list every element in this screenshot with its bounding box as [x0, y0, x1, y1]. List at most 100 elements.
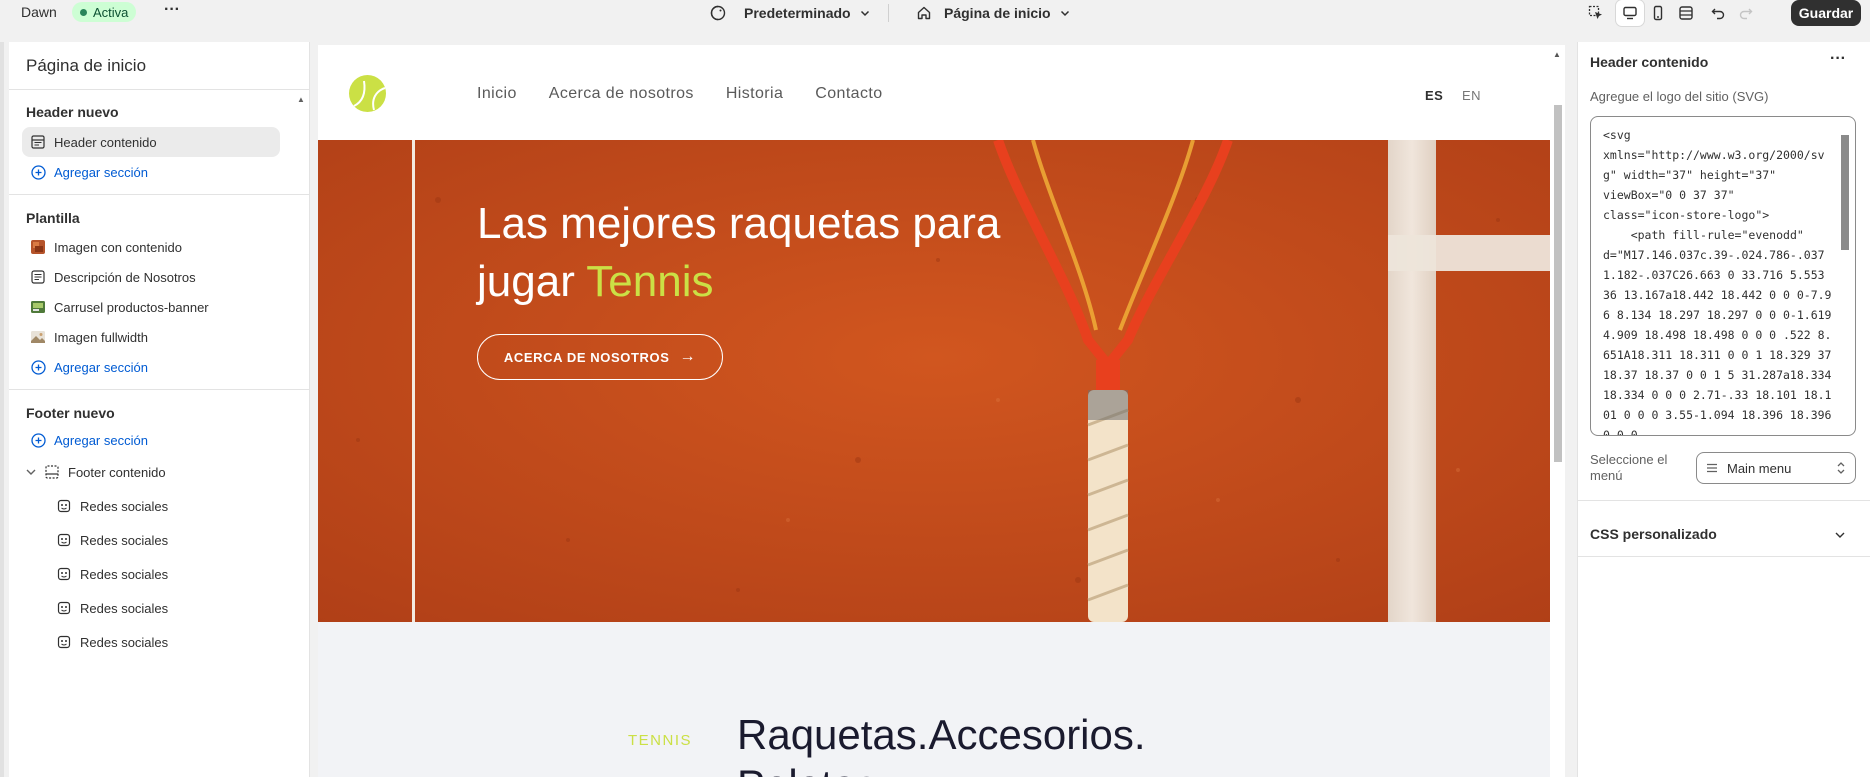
sidebar-block-redes-sociales[interactable]: Redes sociales — [48, 627, 278, 657]
image-icon — [30, 329, 46, 345]
add-section-header-button[interactable]: Agregar sección — [22, 157, 280, 187]
status-dot-icon — [80, 8, 87, 16]
save-button[interactable]: Guardar — [1791, 0, 1861, 26]
home-icon — [917, 6, 931, 20]
lang-en-link[interactable]: EN — [1462, 88, 1481, 103]
nav-link-contacto[interactable]: Contacto — [815, 85, 882, 103]
full-width-icon — [1679, 6, 1693, 20]
status-badge-label: Activa — [93, 4, 129, 20]
sidebar-block-redes-sociales[interactable]: Redes sociales — [48, 491, 278, 521]
hero-title-main: Las mejores raquetas para jugar — [477, 199, 1001, 306]
group-footer-label: Footer nuevo — [26, 405, 115, 421]
add-section-label: Agregar sección — [54, 359, 148, 375]
chevron-down-icon[interactable] — [1833, 528, 1847, 542]
preview-canvas[interactable]: Inicio Acerca de nosotros Historia Conta… — [318, 45, 1550, 777]
top-bar: Dawn Activa ··· Predeterminado Página de… — [0, 0, 1870, 28]
logo-svg-label: Agregue el logo del sitio (SVG) — [1590, 89, 1769, 104]
sidebar-item-label: Imagen con contenido — [54, 239, 182, 255]
section-title: Raquetas.Accesorios. Pelotas — [737, 711, 1146, 777]
block-icon — [56, 532, 72, 548]
image-with-content-icon — [30, 239, 46, 255]
undo-icon — [1711, 8, 1725, 20]
add-section-label: Agregar sección — [54, 164, 148, 180]
tennis-ball-logo-icon[interactable] — [349, 75, 386, 112]
menu-select[interactable]: Main menu — [1696, 452, 1856, 484]
nav-link-acerca[interactable]: Acerca de nosotros — [549, 85, 694, 103]
divider — [9, 89, 310, 90]
block-icon — [56, 600, 72, 616]
page-selector[interactable]: Página de inicio — [916, 2, 1071, 24]
scrollbar-thumb[interactable] — [1554, 105, 1562, 462]
sidebar-item-label: Footer contenido — [68, 464, 166, 480]
sidebar-item-descripcion-nosotros[interactable]: Descripción de Nosotros — [22, 262, 280, 292]
sections-sidebar: Página de inicio ▲ Header nuevo Header c… — [9, 42, 310, 777]
sidebar-item-imagen-fullwidth[interactable]: Imagen fullwidth — [22, 322, 280, 352]
code-scrollbar[interactable] — [1839, 125, 1849, 428]
court-line — [1388, 235, 1550, 271]
sidebar-item-label: Carrusel productos-banner — [54, 299, 209, 315]
desktop-view-button[interactable] — [1616, 0, 1644, 26]
inspector-toggle-button[interactable] — [1582, 0, 1610, 26]
lang-es-link[interactable]: ES — [1425, 88, 1443, 103]
sidebar-item-label: Redes sociales — [80, 634, 169, 650]
sidebar-item-label: Redes sociales — [80, 566, 169, 582]
preset-label: Predeterminado — [744, 5, 851, 21]
footer-layout-icon — [44, 464, 60, 480]
redo-button[interactable] — [1732, 0, 1760, 26]
sidebar-item-header-contenido[interactable]: Header contenido — [22, 127, 280, 157]
theme-more-actions-button[interactable]: ··· — [162, 2, 182, 22]
hero-cta-label: ACERCA DE NOSOTROS — [503, 349, 670, 365]
custom-css-toggle-label[interactable]: CSS personalizado — [1590, 526, 1717, 542]
site-header[interactable]: Inicio Acerca de nosotros Historia Conta… — [318, 45, 1550, 140]
products-intro-section[interactable]: TENNIS Raquetas.Accesorios. Pelotas — [318, 622, 1550, 777]
hero-title-accent: Tennis — [586, 257, 714, 306]
sidebar-block-redes-sociales[interactable]: Redes sociales — [48, 593, 278, 623]
scroll-up-arrow[interactable]: ▲ — [1553, 50, 1561, 59]
select-cursor-icon — [1588, 5, 1602, 19]
view-controls — [1582, 0, 1760, 26]
block-icon — [56, 634, 72, 650]
group-plantilla-label: Plantilla — [26, 210, 80, 226]
hero-title: Las mejores raquetas para jugar Tennis — [477, 195, 1037, 311]
sidebar-item-footer-contenido[interactable]: Footer contenido — [36, 457, 286, 487]
preset-selector[interactable]: Predeterminado — [710, 2, 871, 24]
theme-name: Dawn — [21, 4, 57, 20]
group-header-label: Header nuevo — [26, 104, 119, 120]
add-section-footer-button[interactable]: Agregar sección — [22, 425, 280, 455]
hero-section[interactable]: Las mejores raquetas para jugar Tennis A… — [318, 140, 1550, 622]
sidebar-item-carrusel-productos[interactable]: Carrusel productos-banner — [22, 292, 280, 322]
select-arrows-icon — [1837, 462, 1845, 474]
arrow-right-icon: → — [679, 348, 697, 365]
sidebar-block-redes-sociales[interactable]: Redes sociales — [48, 525, 278, 555]
add-section-plantilla-button[interactable]: Agregar sección — [22, 352, 280, 382]
sidebar-scroll-up-arrow[interactable]: ▲ — [297, 95, 305, 104]
status-badge: Activa — [72, 2, 137, 22]
fullscreen-view-button[interactable] — [1672, 0, 1700, 26]
mobile-view-button[interactable] — [1644, 0, 1672, 26]
preview-scrollbar[interactable]: ▲ — [1550, 45, 1565, 777]
court-line — [1388, 140, 1436, 622]
undo-button[interactable] — [1704, 0, 1732, 26]
divider — [1578, 556, 1870, 557]
sidebar-block-redes-sociales[interactable]: Redes sociales — [48, 559, 278, 589]
palette-icon — [710, 5, 726, 21]
hero-cta-button[interactable]: ACERCA DE NOSOTROS → — [477, 334, 723, 380]
sidebar-item-label: Redes sociales — [80, 532, 169, 548]
chevron-down-icon — [1060, 10, 1069, 17]
divider — [9, 194, 310, 195]
sidebar-item-label: Imagen fullwidth — [54, 329, 148, 345]
nav-link-inicio[interactable]: Inicio — [477, 85, 517, 103]
plus-circle-icon — [30, 432, 46, 448]
nav-link-historia[interactable]: Historia — [726, 85, 783, 103]
code-scrollbar-thumb[interactable] — [1841, 135, 1849, 250]
block-icon — [56, 566, 72, 582]
sidebar-item-imagen-con-contenido[interactable]: Imagen con contenido — [22, 232, 280, 262]
text-block-icon — [30, 269, 46, 285]
sidebar-item-label: Header contenido — [54, 134, 157, 150]
site-nav: Inicio Acerca de nosotros Historia Conta… — [477, 85, 883, 103]
chevron-down-icon — [860, 10, 869, 17]
logo-svg-textarea[interactable]: <svg xmlns="http://www.w3.org/2000/svg" … — [1590, 116, 1856, 436]
settings-more-button[interactable]: ··· — [1830, 50, 1846, 68]
sidebar-item-label: Redes sociales — [80, 498, 169, 514]
plus-circle-icon — [30, 359, 46, 375]
